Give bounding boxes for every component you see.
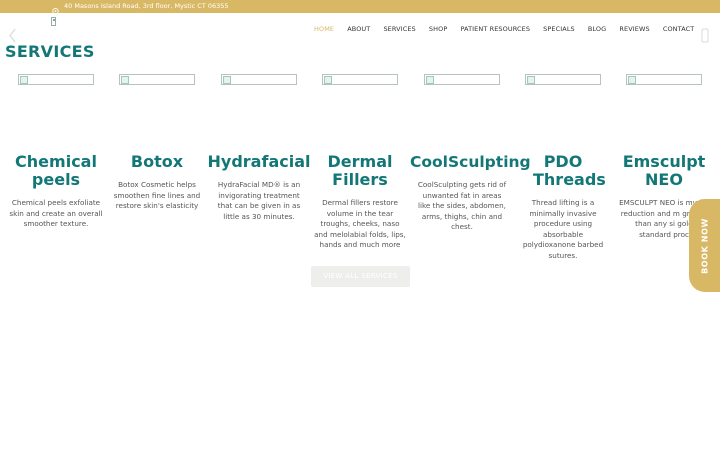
services-heading: SERVICES: [5, 42, 95, 61]
service-image[interactable]: [525, 74, 601, 85]
nav-reviews[interactable]: REVIEWS: [619, 23, 649, 35]
service-card-chemical-peels[interactable]: Chemical peels Chemical peels exfoliate …: [4, 74, 108, 230]
service-title[interactable]: CoolSculpting: [410, 153, 531, 171]
service-title[interactable]: Chemical peels: [4, 153, 108, 189]
service-title[interactable]: Dermal Fillers: [308, 153, 412, 189]
service-title[interactable]: PDO Threads: [533, 153, 606, 189]
address-text[interactable]: 40 Masons Island Road, 3rd floor, Mystic…: [64, 2, 229, 11]
service-description: Botox Cosmetic helps smoothen fine lines…: [113, 180, 201, 211]
service-image[interactable]: [18, 74, 94, 85]
service-card-botox[interactable]: Botox Botox Cosmetic helps smoothen fine…: [105, 74, 209, 212]
chevron-right-icon[interactable]: [701, 28, 710, 43]
book-now-label: BOOK NOW: [700, 217, 709, 274]
site-logo[interactable]: [51, 17, 56, 26]
top-info-bar: 40 Masons Island Road, 3rd floor, Mystic…: [0, 0, 720, 18]
service-card-coolsculpting[interactable]: CoolSculpting CoolSculpting gets rid of …: [410, 74, 531, 233]
service-image[interactable]: [626, 74, 702, 85]
service-card-pdo-threads[interactable]: PDO Threads Thread lifting is a minimall…: [511, 74, 615, 262]
view-all-services-button[interactable]: VIEW ALL SERVICES: [311, 266, 410, 287]
service-image[interactable]: [221, 74, 297, 85]
service-title[interactable]: Emsculpt NEO: [612, 153, 716, 189]
service-description: Thread lifting is a minimally invasive p…: [522, 198, 604, 260]
nav-about[interactable]: ABOUT: [347, 23, 370, 35]
chevron-left-icon[interactable]: [8, 28, 17, 43]
nav-shop[interactable]: SHOP: [429, 23, 447, 35]
main-nav: HOME ABOUT SERVICES SHOP PATIENT RESOURC…: [314, 16, 694, 33]
service-image[interactable]: [424, 74, 500, 85]
nav-contact[interactable]: CONTACT: [663, 23, 695, 35]
nav-patient-resources[interactable]: PATIENT RESOURCES: [460, 23, 530, 35]
service-description: HydraFacial MD® is an invigorating treat…: [217, 180, 301, 221]
book-now-button[interactable]: BOOK NOW: [689, 199, 720, 292]
nav-specials[interactable]: SPECIALS: [543, 23, 575, 35]
service-description: Dermal fillers restore volume in the tea…: [314, 198, 406, 250]
service-title[interactable]: Botox: [105, 153, 209, 171]
service-image[interactable]: [322, 74, 398, 85]
service-description: CoolSculpting gets rid of unwanted fat i…: [417, 180, 507, 232]
nav-blog[interactable]: BLOG: [588, 23, 606, 35]
nav-services[interactable]: SERVICES: [383, 23, 415, 35]
service-description: Chemical peels exfoliate skin and create…: [9, 198, 103, 229]
service-card-dermal-fillers[interactable]: Dermal Fillers Dermal fillers restore vo…: [308, 74, 412, 251]
nav-home[interactable]: HOME: [314, 23, 334, 35]
service-title[interactable]: Hydrafacial: [207, 153, 311, 171]
service-image[interactable]: [119, 74, 195, 85]
map-pin-icon: [52, 2, 59, 18]
service-card-hydrafacial[interactable]: Hydrafacial HydraFacial MD® is an invigo…: [207, 74, 311, 222]
